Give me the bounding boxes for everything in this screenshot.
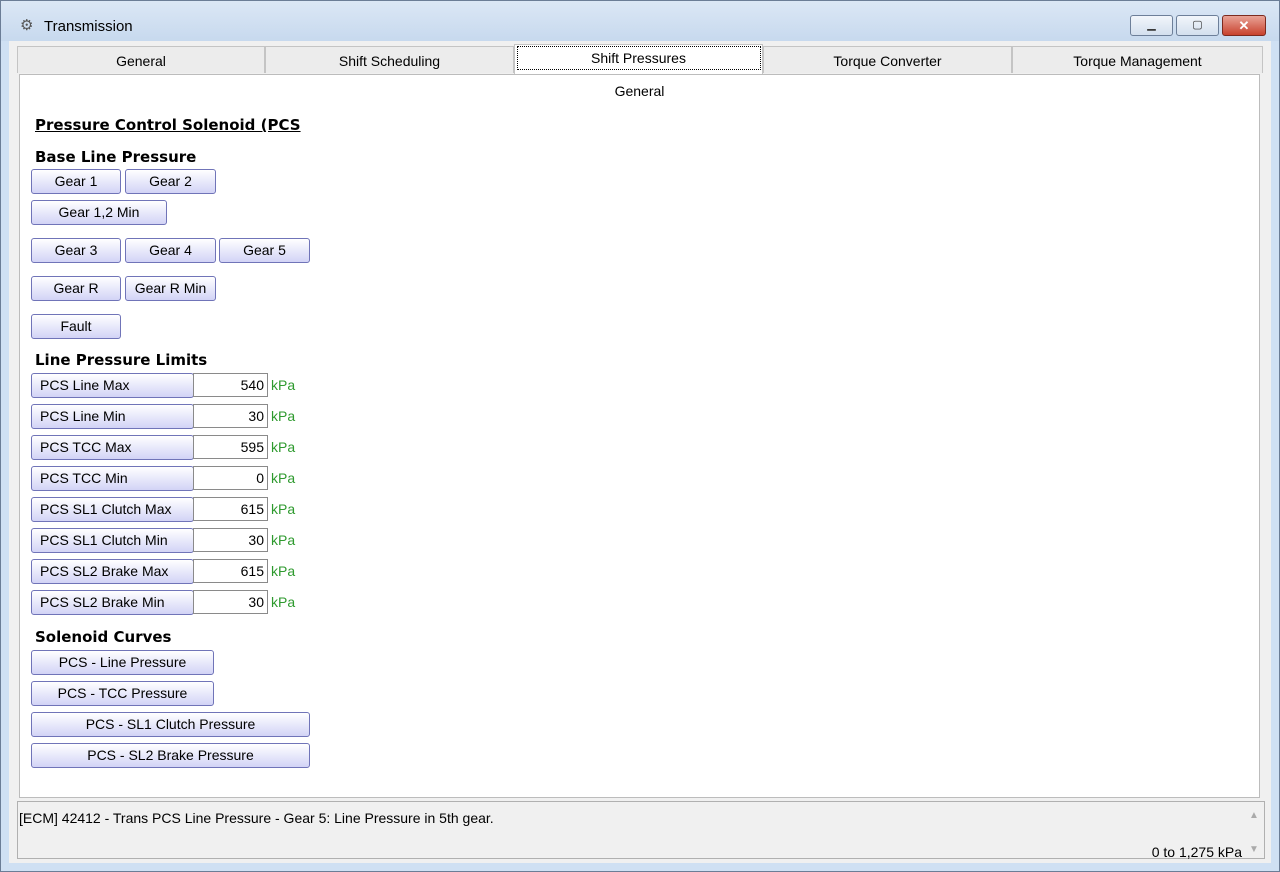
pcs-tcc-min-button[interactable]: PCS TCC Min: [31, 466, 194, 491]
window-title: Transmission: [44, 18, 133, 35]
pcs-heading: Pressure Control Solenoid (PCS: [35, 116, 301, 134]
pcs-line-max-unit: kPa: [271, 377, 296, 393]
gear-1-2-min-button[interactable]: Gear 1,2 Min: [31, 200, 167, 225]
gear-3-button[interactable]: Gear 3: [31, 238, 121, 263]
pcs-tcc-max-value[interactable]: 595: [193, 435, 268, 459]
maximize-button[interactable]: ▢: [1176, 15, 1219, 36]
gear-4-button[interactable]: Gear 4: [125, 238, 216, 263]
gear-icon: ⚙: [20, 17, 34, 34]
pcs-line-min-unit: kPa: [271, 408, 296, 424]
status-range: 0 to 1,275 kPa: [1151, 844, 1242, 860]
scroll-down-icon[interactable]: ▼: [1248, 844, 1260, 855]
gear-r-min-button[interactable]: Gear R Min: [125, 276, 216, 301]
pcs-sl1-clutch-max-unit: kPa: [271, 501, 296, 517]
pcs-sl1-clutch-min-button[interactable]: PCS SL1 Clutch Min: [31, 528, 194, 553]
tab-general[interactable]: General: [17, 46, 265, 73]
pcs-sl2-brake-min-unit: kPa: [271, 594, 296, 610]
transmission-window: ⚙ Transmission ▁ ▢ ✕ General Shift Sched…: [0, 0, 1280, 872]
tab-bar: General Shift Scheduling Shift Pressures…: [17, 44, 1263, 74]
pcs-line-max-button[interactable]: PCS Line Max: [31, 373, 194, 398]
pcs-tcc-min-value[interactable]: 0: [193, 466, 268, 490]
shift-pressures-panel: General Pressure Control Solenoid (PCS B…: [19, 74, 1260, 798]
pcs-sl1-clutch-min-unit: kPa: [271, 532, 296, 548]
pcs-tcc-max-button[interactable]: PCS TCC Max: [31, 435, 194, 460]
solenoid-curves-title: Solenoid Curves: [35, 628, 172, 646]
tab-torque-management[interactable]: Torque Management: [1012, 46, 1263, 73]
pcs-line-min-value[interactable]: 30: [193, 404, 268, 428]
tab-shift-scheduling[interactable]: Shift Scheduling: [265, 46, 514, 73]
pcs-tcc-pressure-button[interactable]: PCS - TCC Pressure: [31, 681, 214, 706]
close-button[interactable]: ✕: [1222, 15, 1266, 36]
pcs-tcc-max-unit: kPa: [271, 439, 296, 455]
base-line-pressure-title: Base Line Pressure: [35, 148, 197, 166]
pcs-sl1-clutch-min-value[interactable]: 30: [193, 528, 268, 552]
tab-shift-pressures[interactable]: Shift Pressures: [514, 44, 763, 74]
tab-torque-converter[interactable]: Torque Converter: [763, 46, 1012, 73]
gear-2-button[interactable]: Gear 2: [125, 169, 216, 194]
tab-shift-pressures-label: Shift Pressures: [516, 46, 761, 70]
title-bar: ⚙ Transmission ▁ ▢ ✕: [1, 1, 1279, 41]
minimize-button[interactable]: ▁: [1130, 15, 1173, 36]
pcs-sl2-brake-min-value[interactable]: 30: [193, 590, 268, 614]
pcs-sl1-clutch-max-value[interactable]: 615: [193, 497, 268, 521]
fault-button[interactable]: Fault: [31, 314, 121, 339]
pcs-sl1-clutch-max-button[interactable]: PCS SL1 Clutch Max: [31, 497, 194, 522]
pcs-line-pressure-button[interactable]: PCS - Line Pressure: [31, 650, 214, 675]
pcs-sl2-brake-pressure-button[interactable]: PCS - SL2 Brake Pressure: [31, 743, 310, 768]
gear-r-button[interactable]: Gear R: [31, 276, 121, 301]
panel-sub-label: General: [614, 83, 665, 99]
description-box: [ECM] 42412 - Trans PCS Line Pressure - …: [17, 801, 1265, 860]
client-area: General Shift Scheduling Shift Pressures…: [9, 41, 1271, 863]
pcs-sl1-clutch-pressure-button[interactable]: PCS - SL1 Clutch Pressure: [31, 712, 310, 737]
gear-1-button[interactable]: Gear 1: [31, 169, 121, 194]
pcs-sl2-brake-min-button[interactable]: PCS SL2 Brake Min: [31, 590, 194, 615]
line-pressure-limits-title: Line Pressure Limits: [35, 351, 208, 369]
pcs-sl2-brake-max-value[interactable]: 615: [193, 559, 268, 583]
pcs-sl2-brake-max-unit: kPa: [271, 563, 296, 579]
pcs-line-max-value[interactable]: 540: [193, 373, 268, 397]
pcs-line-min-button[interactable]: PCS Line Min: [31, 404, 194, 429]
pcs-sl2-brake-max-button[interactable]: PCS SL2 Brake Max: [31, 559, 194, 584]
status-description: [ECM] 42412 - Trans PCS Line Pressure - …: [19, 810, 494, 826]
pcs-tcc-min-unit: kPa: [271, 470, 296, 486]
gear-5-button[interactable]: Gear 5: [219, 238, 310, 263]
scroll-up-icon[interactable]: ▲: [1248, 810, 1260, 821]
